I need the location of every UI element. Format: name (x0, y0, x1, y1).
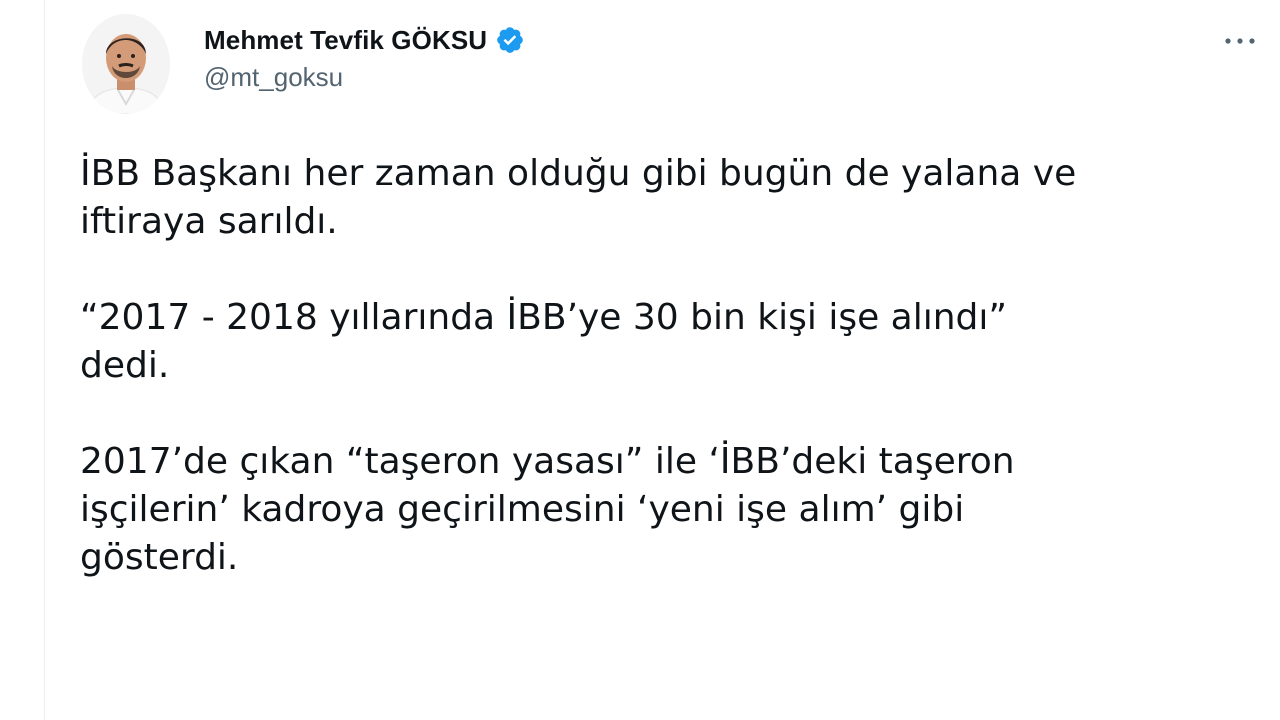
page: Mehmet Tevfik GÖKSU @mt_goksu İBB Başkan… (0, 0, 1280, 720)
author-display-name[interactable]: Mehmet Tevfik GÖKSU (204, 25, 487, 56)
avatar[interactable] (82, 14, 170, 114)
tweet-paragraph: “2017 - 2018 yıllarında İBB’ye 30 bin ki… (80, 297, 1008, 386)
tweet-author: Mehmet Tevfik GÖKSU @mt_goksu (204, 20, 525, 93)
tweet[interactable]: Mehmet Tevfik GÖKSU @mt_goksu İBB Başkan… (0, 0, 1280, 720)
more-options-icon (1225, 38, 1255, 44)
tweet-text: İBB Başkanı her zaman olduğu gibi bugün … (80, 150, 1250, 630)
verified-badge-icon (495, 25, 525, 55)
profile-photo-icon (82, 14, 170, 114)
tweet-paragraph: İBB Başkanı her zaman olduğu gibi bugün … (80, 153, 1077, 242)
tweet-paragraph: 2017’de çıkan “taşeron yasası” ile ‘İBB’… (80, 441, 1015, 578)
author-handle[interactable]: @mt_goksu (204, 62, 525, 93)
author-name-row: Mehmet Tevfik GÖKSU (204, 20, 525, 60)
more-options-button[interactable] (1218, 26, 1262, 56)
